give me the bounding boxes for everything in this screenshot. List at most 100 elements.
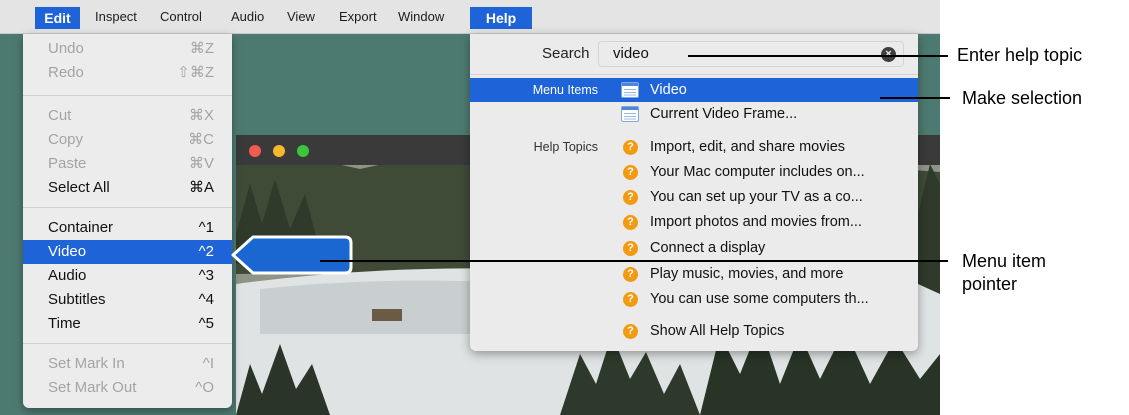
- menu-window[interactable]: Window: [398, 7, 444, 27]
- help-result-menu-item-video[interactable]: Menu Items Video: [470, 78, 918, 102]
- menu-audio[interactable]: Audio: [231, 7, 264, 27]
- menu-export[interactable]: Export: [339, 7, 377, 27]
- menu-item-shortcut: ⌘A: [188, 179, 214, 196]
- menu-item-icon: [621, 106, 639, 122]
- menu-help[interactable]: Help: [470, 7, 532, 29]
- menu-item-shortcut: ^5: [198, 315, 214, 332]
- menu-bar: Edit Inspect Control Audio View Export W…: [0, 0, 940, 34]
- help-topic-icon: ?: [623, 215, 638, 230]
- annotation-enter-help-topic: Enter help topic: [957, 45, 1083, 65]
- help-topic-row[interactable]: ? Your Mac computer includes on...: [470, 160, 918, 184]
- result-label: Video: [650, 82, 687, 98]
- help-topic-row[interactable]: ? Play music, movies, and more: [470, 262, 918, 286]
- help-result-menu-item-current-video-frame[interactable]: Current Video Frame...: [470, 102, 918, 126]
- menu-item-label: Redo: [48, 64, 84, 81]
- menu-item-label: Time: [48, 315, 81, 332]
- menu-item-shortcut: ^I: [202, 355, 214, 372]
- menu-item-label: Set Mark Out: [48, 379, 137, 396]
- help-search-value: video: [613, 45, 649, 62]
- help-topic-label: Play music, movies, and more: [650, 266, 844, 282]
- help-topic-icon: ?: [623, 165, 638, 180]
- help-topic-icon: ?: [623, 267, 638, 282]
- help-topic-icon: ?: [623, 140, 638, 155]
- menu-item-label: Video: [48, 243, 87, 260]
- menu-item-label: Set Mark In: [48, 355, 125, 372]
- annotation-make-selection: Make selection: [962, 88, 1083, 108]
- menu-item-pointer: [231, 235, 353, 275]
- zoom-window-button[interactable]: [297, 145, 309, 157]
- help-topic-icon: ?: [623, 292, 638, 307]
- edit-menu-item-paste[interactable]: Paste ⌘V: [23, 152, 232, 176]
- edit-menu-item-select-all[interactable]: Select All ⌘A: [23, 176, 232, 200]
- annotation-menu-item-pointer-line2: pointer: [962, 274, 1018, 294]
- minimize-window-button[interactable]: [273, 145, 285, 157]
- show-all-help-topics[interactable]: ? Show All Help Topics: [470, 319, 918, 343]
- menu-item-shortcut: ⇧⌘Z: [177, 64, 214, 81]
- help-menu-dropdown: Search video × Menu Items Video Current …: [470, 34, 918, 351]
- edit-menu-dropdown: Undo ⌘Z Redo ⇧⌘Z Cut ⌘X Copy ⌘C Paste ⌘V…: [23, 34, 232, 408]
- edit-menu-item-cut[interactable]: Cut ⌘X: [23, 104, 232, 128]
- help-topic-label: You can set up your TV as a co...: [650, 189, 863, 205]
- edit-menu-item-subtitles[interactable]: Subtitles ^4: [23, 288, 232, 312]
- menu-item-shortcut: ⌘C: [188, 131, 214, 148]
- help-search-label: Search: [542, 45, 590, 62]
- callout-line-make-selection: [880, 97, 950, 99]
- help-topic-icon: ?: [623, 190, 638, 205]
- edit-menu-item-set-mark-in[interactable]: Set Mark In ^I: [23, 352, 232, 376]
- menu-separator: [23, 207, 232, 208]
- menu-separator: [23, 95, 232, 96]
- help-topic-icon: ?: [623, 324, 638, 339]
- help-topics-heading: Help Topics: [533, 140, 598, 154]
- help-topic-row[interactable]: Help Topics ? Import, edit, and share mo…: [470, 135, 918, 159]
- result-label: Current Video Frame...: [650, 106, 798, 122]
- screenshot-area: Edit Inspect Control Audio View Export W…: [0, 0, 940, 415]
- menu-item-label: Copy: [48, 131, 84, 148]
- close-window-button[interactable]: [249, 145, 261, 157]
- menu-item-icon: [621, 82, 639, 98]
- menu-inspect[interactable]: Inspect: [95, 7, 137, 27]
- help-topic-row[interactable]: ? Import photos and movies from...: [470, 210, 918, 234]
- help-topic-label: Connect a display: [650, 240, 766, 256]
- menu-item-shortcut: ^1: [198, 219, 214, 236]
- edit-menu-item-redo[interactable]: Redo ⇧⌘Z: [23, 61, 232, 85]
- menu-item-label: Container: [48, 219, 114, 236]
- menu-item-shortcut: ^2: [198, 243, 214, 260]
- help-search-input[interactable]: video ×: [598, 41, 904, 67]
- menu-separator: [23, 343, 232, 344]
- menu-item-shortcut: ⌘V: [188, 155, 214, 172]
- menu-item-shortcut: ^O: [195, 379, 214, 396]
- edit-menu-item-undo[interactable]: Undo ⌘Z: [23, 37, 232, 61]
- menu-item-label: Subtitles: [48, 291, 106, 308]
- menu-item-label: Cut: [48, 107, 72, 124]
- help-topic-row[interactable]: ? You can set up your TV as a co...: [470, 185, 918, 209]
- menu-view[interactable]: View: [287, 7, 315, 27]
- help-topic-label: You can use some computers th...: [650, 291, 869, 307]
- menu-item-label: Select All: [48, 179, 110, 196]
- menu-item-shortcut: ^4: [198, 291, 214, 308]
- help-topic-label: Import, edit, and share movies: [650, 139, 846, 155]
- menu-edit[interactable]: Edit: [35, 7, 80, 29]
- edit-menu-item-set-mark-out[interactable]: Set Mark Out ^O: [23, 376, 232, 400]
- menu-item-label: Paste: [48, 155, 87, 172]
- menu-item-shortcut: ^3: [198, 267, 214, 284]
- menu-control[interactable]: Control: [160, 7, 202, 27]
- annotation-menu-item-pointer-line1: Menu item: [962, 251, 1047, 271]
- help-topic-row[interactable]: ? You can use some computers th...: [470, 287, 918, 311]
- help-topic-row[interactable]: ? Connect a display: [470, 236, 918, 260]
- edit-menu-item-time[interactable]: Time ^5: [23, 312, 232, 336]
- show-all-label: Show All Help Topics: [650, 323, 785, 339]
- edit-menu-item-video[interactable]: Video ^2: [23, 240, 232, 264]
- help-topic-label: Import photos and movies from...: [650, 214, 862, 230]
- help-topic-label: Your Mac computer includes on...: [650, 164, 865, 180]
- menu-separator: [470, 74, 918, 75]
- edit-menu-item-container[interactable]: Container ^1: [23, 216, 232, 240]
- help-topic-icon: ?: [623, 241, 638, 256]
- callout-line-menu-item-pointer: [320, 260, 948, 262]
- edit-menu-item-audio[interactable]: Audio ^3: [23, 264, 232, 288]
- menu-items-heading: Menu Items: [532, 83, 598, 97]
- menu-item-label: Undo: [48, 40, 84, 57]
- edit-menu-item-copy[interactable]: Copy ⌘C: [23, 128, 232, 152]
- menu-item-shortcut: ⌘X: [188, 107, 214, 124]
- callout-line-enter-topic: [688, 55, 948, 57]
- menu-item-shortcut: ⌘Z: [189, 40, 214, 57]
